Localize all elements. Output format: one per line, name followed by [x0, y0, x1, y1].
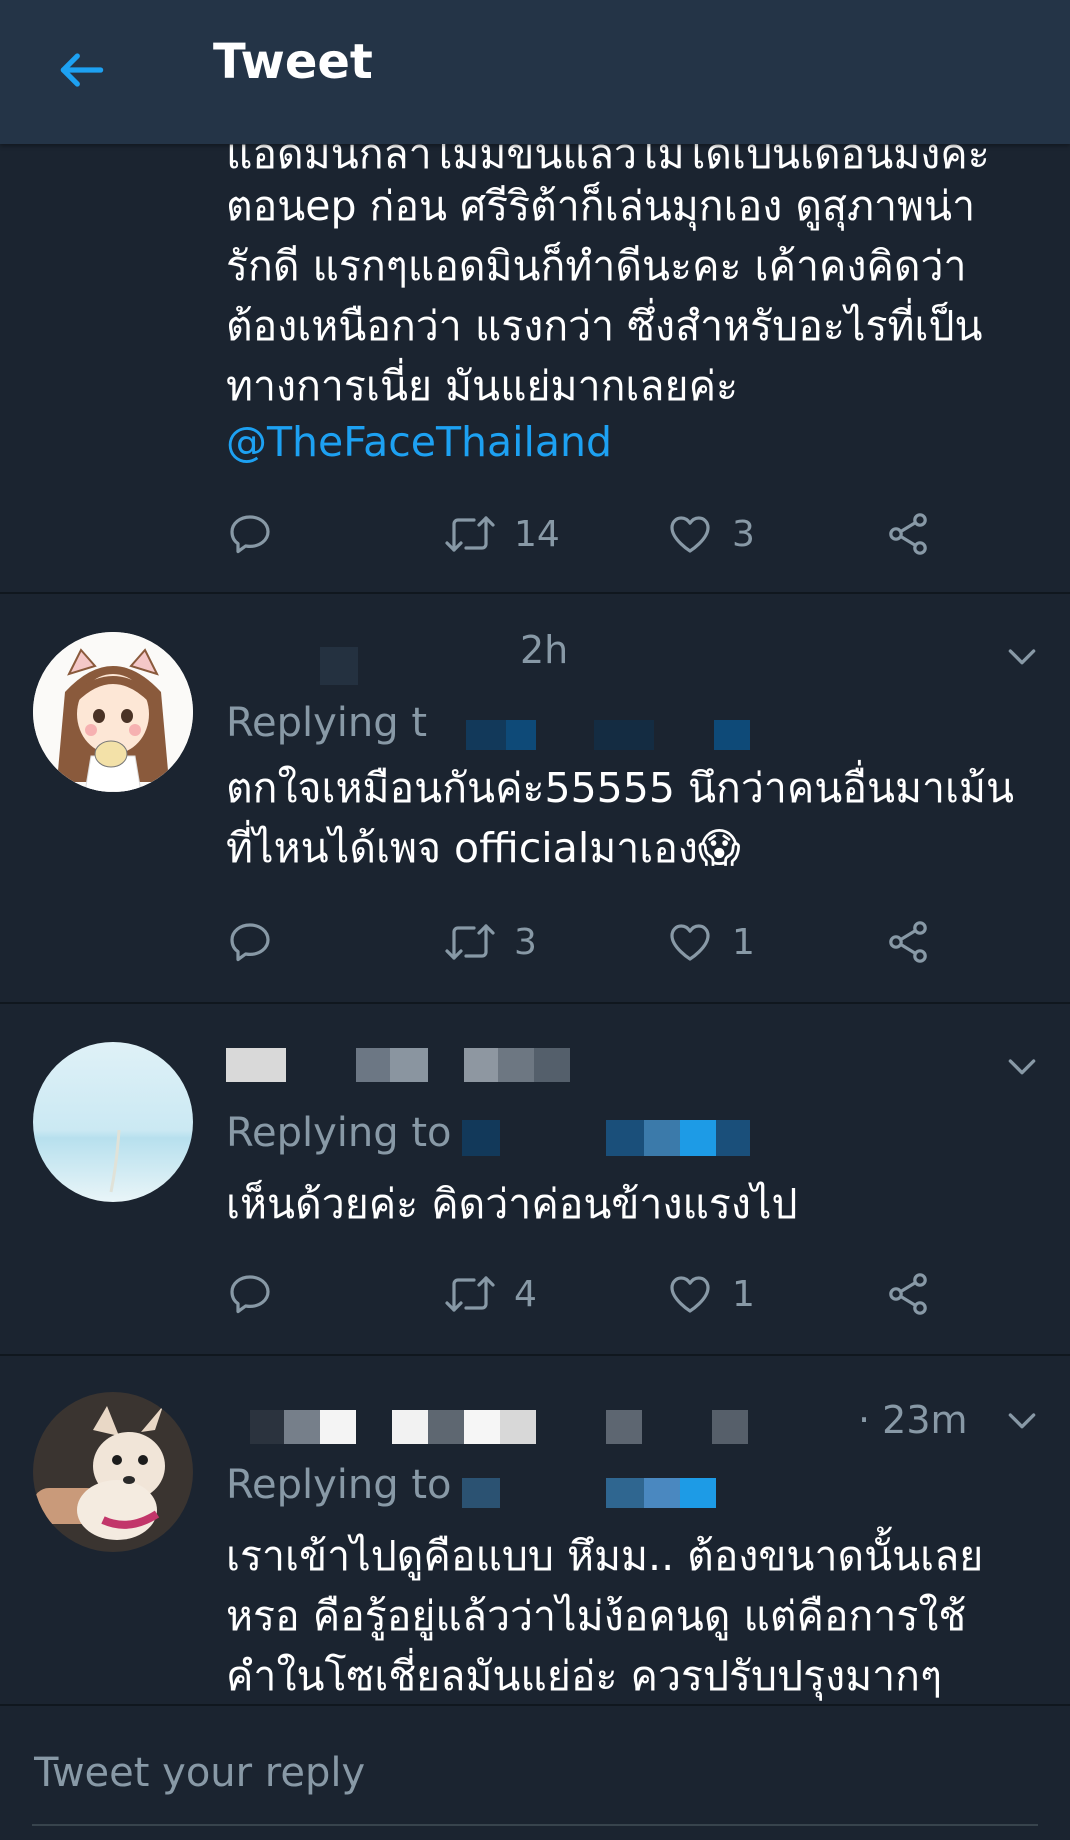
avatar[interactable] — [33, 632, 193, 792]
chevron-down-icon[interactable] — [1002, 1400, 1042, 1440]
redacted-mention — [716, 1120, 750, 1156]
reply-icon — [230, 1275, 270, 1314]
tweet-actions: 3 1 — [226, 912, 1006, 972]
tweet-time: 2h — [520, 628, 569, 672]
avatar-cartoon-girl-image — [33, 632, 193, 792]
redacted-username — [284, 1410, 320, 1444]
like-count: 1 — [732, 921, 755, 963]
tweet-text: ตอนep ก่อน ศรีริต้าก็เล่นมุกเอง ดูสุภาพน… — [226, 182, 983, 410]
page-title: Tweet — [213, 34, 373, 90]
redacted-mention — [506, 720, 536, 750]
share-button[interactable] — [884, 912, 932, 972]
tweet-text: ตกใจเหมือนกันค่ะ55555 นึกว่าคนอื่นมาเม้น… — [226, 764, 1015, 872]
share-icon — [889, 513, 927, 555]
tweet-text: เราเข้าไปดูคือแบบ หึมม.. ต้องขนาดนั้นเลย… — [226, 1532, 984, 1700]
redacted-username — [390, 1048, 428, 1082]
redacted-mention — [714, 720, 750, 750]
redacted-mention — [462, 1478, 500, 1508]
tweet-time: · 23m — [858, 1398, 968, 1442]
tweet-actions: 4 1 — [226, 1264, 1006, 1324]
mention-link[interactable]: @TheFaceThailand — [226, 412, 1041, 472]
redacted-mention — [680, 1120, 716, 1156]
redacted-username — [320, 647, 358, 685]
redacted-mention — [606, 1478, 644, 1508]
share-icon — [889, 921, 927, 963]
like-button[interactable]: 1 — [666, 1264, 755, 1324]
top-app-bar: Tweet — [0, 0, 1070, 144]
reply-input[interactable] — [32, 1738, 1042, 1808]
tweet-text: เห็นด้วยค่ะ คิดว่าค่อนข้างแรงไป — [226, 1180, 798, 1228]
retweet-count: 4 — [514, 1273, 537, 1315]
reply-button[interactable] — [226, 1264, 274, 1324]
like-count: 3 — [732, 513, 755, 555]
replying-to-label: Replying to — [226, 1110, 452, 1156]
like-button[interactable]: 1 — [666, 912, 755, 972]
redacted-mention — [680, 1478, 716, 1508]
chevron-down-icon[interactable] — [1002, 1046, 1042, 1086]
reply-icon — [230, 515, 270, 554]
redacted-username — [356, 1048, 390, 1082]
redacted-username — [320, 1410, 356, 1444]
reply-tweet[interactable]: · 23m Replying to เราเข้าไปดูคือแบบ หึมม… — [0, 1354, 1070, 1704]
retweet-icon — [445, 924, 495, 960]
redacted-username — [226, 1048, 286, 1082]
reply-composer — [0, 1704, 1070, 1840]
redacted-username — [534, 1048, 570, 1082]
tweet-thread[interactable]: แอดมินกล้าไม่มีขึ้นแล้วไม่ได้เป็นเดือนมั… — [0, 0, 1070, 1704]
share-button[interactable] — [884, 504, 932, 564]
reply-button[interactable] — [226, 912, 274, 972]
redacted-username — [498, 1048, 534, 1082]
redacted-mention — [644, 1478, 680, 1508]
avatar[interactable] — [33, 1042, 193, 1202]
reply-tweet[interactable]: 2h Replying t ตกใจเหมือนกันค่ะ55555 นึกว… — [0, 592, 1070, 1004]
reply-tweet[interactable]: Replying to เห็นด้วยค่ะ คิดว่าค่อนข้างแร… — [0, 1002, 1070, 1356]
redacted-username — [428, 1410, 464, 1444]
heart-icon — [670, 924, 710, 961]
redacted-username — [250, 1410, 284, 1444]
heart-icon — [670, 1276, 710, 1313]
replying-to-label: Replying to — [226, 1462, 452, 1508]
share-icon — [889, 1273, 927, 1315]
replying-to-label: Replying t — [226, 700, 428, 746]
retweet-button[interactable]: 3 — [444, 912, 537, 972]
tweet-actions: 14 3 — [226, 504, 1006, 564]
retweet-count: 14 — [514, 513, 560, 555]
redacted-username — [500, 1410, 536, 1444]
redacted-username — [392, 1410, 428, 1444]
avatar-dog-image — [33, 1392, 193, 1552]
retweet-icon — [445, 1276, 495, 1312]
redacted-username — [712, 1410, 748, 1444]
back-button[interactable] — [48, 36, 116, 104]
retweet-button[interactable]: 4 — [444, 1264, 537, 1324]
reply-button[interactable] — [226, 504, 274, 564]
like-count: 1 — [732, 1273, 755, 1315]
redacted-mention — [466, 720, 506, 750]
like-button[interactable]: 3 — [666, 504, 755, 564]
retweet-button[interactable]: 14 — [444, 504, 560, 564]
retweet-count: 3 — [514, 921, 537, 963]
back-arrow-icon — [60, 53, 104, 87]
avatar-sky-image — [33, 1042, 193, 1202]
redacted-mention — [594, 720, 654, 750]
retweet-icon — [445, 516, 495, 552]
redacted-username — [464, 1048, 498, 1082]
redacted-mention — [606, 1120, 644, 1156]
reply-icon — [230, 923, 270, 962]
reply-input-underline — [32, 1824, 1038, 1826]
heart-icon — [670, 516, 710, 553]
redacted-username — [464, 1410, 500, 1444]
share-button[interactable] — [884, 1264, 932, 1324]
chevron-down-icon[interactable] — [1002, 636, 1042, 676]
avatar[interactable] — [33, 1392, 193, 1552]
redacted-username — [606, 1410, 642, 1444]
redacted-mention — [644, 1120, 680, 1156]
redacted-mention — [462, 1120, 500, 1156]
